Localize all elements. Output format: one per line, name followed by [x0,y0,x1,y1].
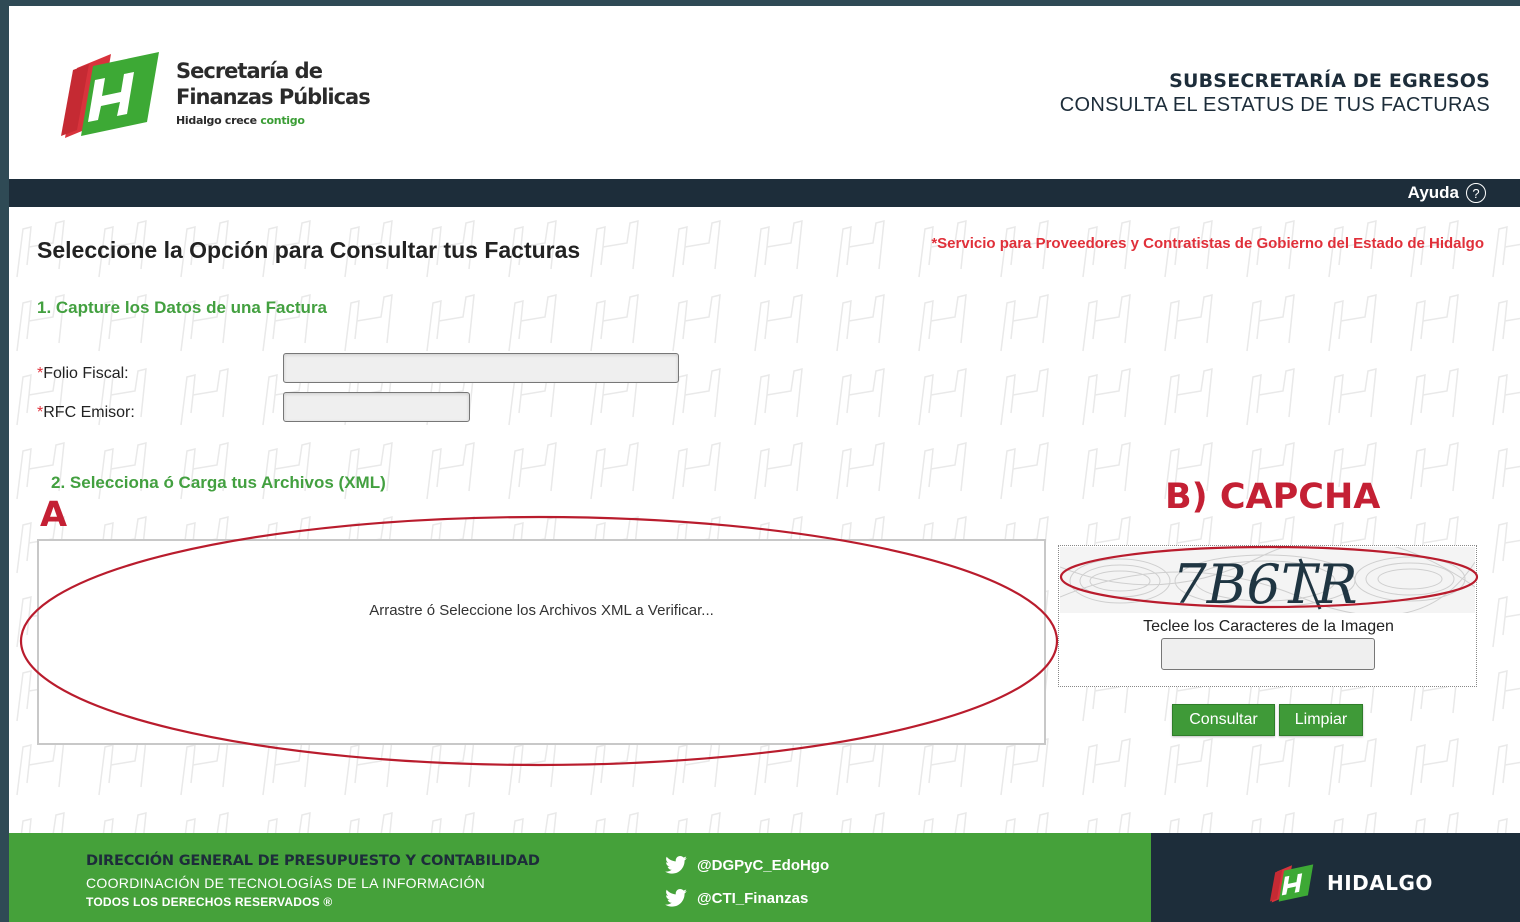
subsecretaria-title: SUBSECRETARÍA DE EGRESOS [1169,70,1490,92]
header-titles: SUBSECRETARÍA DE EGRESOS CONSULTA EL EST… [1060,70,1490,117]
footer-info: DIRECCIÓN GENERAL DE PRESUPUESTO Y CONTA… [9,833,1151,922]
help-link[interactable]: Ayuda ? [1408,183,1486,203]
hidalgo-logo-icon [1269,864,1314,903]
twitter-link-dgpyc[interactable]: @DGPyC_EdoHgo [665,856,829,874]
footer-derechos: TODOS LOS DERECHOS RESERVADOS ® [86,895,333,909]
page: Secretaría de Finanzas Públicas Hidalgo … [9,6,1520,922]
twitter-handle-cti: @CTI_Finanzas [697,889,809,907]
rfc-label-text: RFC Emisor: [43,404,135,421]
twitter-link-cti[interactable]: @CTI_Finanzas [665,889,808,907]
twitter-handle-dgpyc: @DGPyC_EdoHgo [697,856,830,874]
rfc-emisor-label: *RFC Emisor: [37,404,135,422]
hidalgo-logo: HIDALGO [1269,863,1433,903]
secretaria-logo-text: Secretaría de Finanzas Públicas Hidalgo … [176,58,371,127]
service-note: *Servicio para Proveedores y Contratista… [931,235,1484,252]
section2-title: 2. Selecciona ó Carga tus Archivos (XML) [51,473,386,492]
folio-fiscal-label: *Folio Fiscal: [37,365,129,383]
captcha-code: 7B6TR [1172,553,1357,613]
captcha-panel: 7B6TR Teclee los Caracteres de la Imagen [1058,545,1477,687]
consultar-button[interactable]: Consultar [1172,704,1275,736]
xml-dropzone[interactable]: Arrastre ó Seleccione los Archivos XML a… [37,539,1046,745]
captcha-input[interactable] [1161,638,1375,670]
navbar: Ayuda ? [9,179,1520,207]
twitter-icon [665,889,687,907]
page-title: Seleccione la Opción para Consultar tus … [37,237,581,263]
folio-fiscal-input[interactable] [283,353,679,383]
annotation-a: A [40,495,68,535]
limpiar-button[interactable]: Limpiar [1279,704,1363,736]
twitter-icon [665,856,687,874]
captcha-image: 7B6TR [1060,547,1475,613]
footer-coordinacion: COORDINACIÓN DE TECNOLOGÍAS DE LA INFORM… [86,875,486,891]
secretaria-logo-icon [59,50,163,138]
section1-title: 1. Capture los Datos de una Factura [37,298,328,317]
question-circle-icon: ? [1466,183,1486,203]
logo-line1: Secretaría de [176,59,323,83]
logo-tag-green: contigo [260,114,305,127]
hidalgo-brand-text: HIDALGO [1327,871,1433,895]
annotation-b-captcha: B) CAPCHA [1165,477,1381,517]
captcha-label: Teclee los Caracteres de la Imagen [1143,618,1394,635]
logo-line2: Finanzas Públicas [176,85,371,109]
help-label: Ayuda [1407,183,1459,202]
page-subtitle: CONSULTA EL ESTATUS DE TUS FACTURAS [1059,94,1490,116]
logo-tagline: Hidalgo crece contigo [176,114,370,127]
footer-brand: HIDALGO [1151,833,1520,922]
logo-tag-dark: Hidalgo crece [176,114,257,127]
folio-label-text: Folio Fiscal: [43,365,129,382]
rfc-emisor-input[interactable] [283,392,470,422]
dropzone-text: Arrastre ó Seleccione los Archivos XML a… [369,601,714,619]
main-content: Seleccione la Opción para Consultar tus … [9,207,1520,833]
footer-direccion: DIRECCIÓN GENERAL DE PRESUPUESTO Y CONTA… [86,853,540,869]
